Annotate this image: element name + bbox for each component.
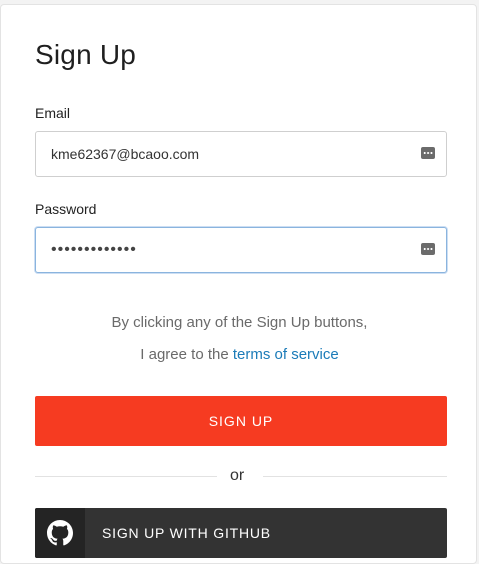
password-field[interactable] (35, 227, 447, 273)
divider-line-left (35, 476, 217, 477)
email-label: Email (35, 105, 71, 121)
password-manager-icon[interactable] (421, 147, 435, 159)
github-button-label: SIGN UP WITH GITHUB (102, 525, 271, 541)
terms-prefix: I agree to the (140, 346, 233, 363)
terms-of-service-link[interactable]: terms of service (233, 346, 339, 363)
divider-line-right (263, 476, 447, 477)
page-title: Sign Up (35, 39, 137, 70)
email-input[interactable] (36, 132, 446, 176)
github-icon (47, 520, 73, 546)
terms-text-line1: By clicking any of the Sign Up buttons, (111, 314, 368, 331)
email-field[interactable] (35, 131, 447, 177)
sign-up-button[interactable]: SIGN UP (35, 396, 447, 446)
terms-text-line2: I agree to the terms of service (1, 346, 478, 363)
password-manager-icon[interactable] (421, 243, 435, 255)
password-input[interactable] (36, 228, 446, 272)
password-label: Password (35, 201, 97, 217)
signup-card: Sign Up Email Password By clicking any o… (0, 4, 477, 564)
divider-or-text: or (230, 467, 245, 484)
sign-up-with-github-button[interactable]: SIGN UP WITH GITHUB (35, 508, 447, 558)
github-icon-container (35, 508, 85, 558)
